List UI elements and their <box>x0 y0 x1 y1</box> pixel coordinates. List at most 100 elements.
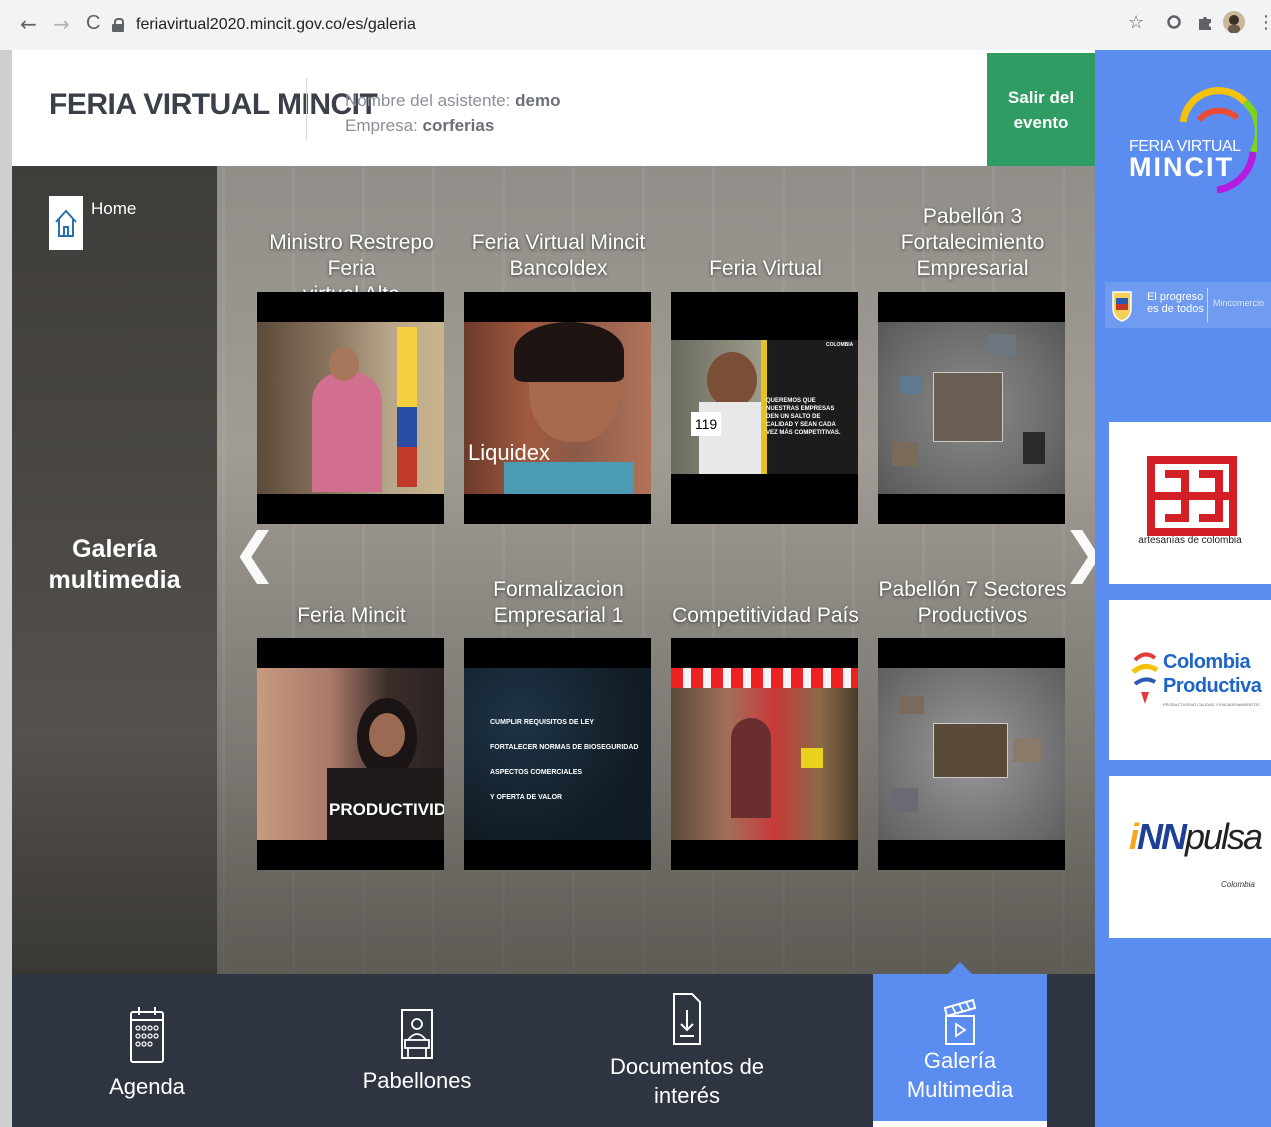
sponsor-name-line: Colombia <box>1163 651 1251 673</box>
video-thumbnail[interactable] <box>257 292 444 524</box>
browser-menu-icon[interactable]: ⋮ <box>1257 12 1271 33</box>
video-badge: 119 <box>691 412 721 436</box>
video-title[interactable]: Feria Virtual Mincit Bancoldex <box>461 230 656 282</box>
home-label[interactable]: Home <box>91 199 136 219</box>
video-caption: Liquidex <box>468 440 550 465</box>
gov-slogan-line: es de todos <box>1147 303 1204 315</box>
video-thumbnail[interactable]: 119 COLOMBIA QUEREMOS QUE NUESTRAS EMPRE… <box>671 292 858 524</box>
header-divider <box>306 78 307 140</box>
sponsor-artesanias[interactable]: artesanías de colombia <box>1109 422 1271 584</box>
nav-label: Documentos de interés <box>610 1052 764 1110</box>
nav-label: Galería Multimedia <box>907 1046 1013 1104</box>
sponsor-innpulsa[interactable]: iNNpulsa Colombia <box>1109 776 1271 938</box>
video-thumbnail[interactable] <box>878 292 1065 524</box>
attendee-name: demo <box>515 91 561 110</box>
document-download-icon <box>673 993 701 1045</box>
active-indicator <box>873 1121 1047 1127</box>
company-label: Empresa: <box>345 116 418 135</box>
nav-label-line: Galería <box>923 1048 997 1073</box>
caption-line: FORTALECER NORMAS DE BIOSEGURIDAD <box>490 744 639 751</box>
ministry-name: Mincomercio <box>1213 298 1265 308</box>
site-brand[interactable]: FERIA VIRTUAL MINCIT <box>49 88 378 122</box>
video-caption-list: CUMPLIR REQUISITOS DE LEY FORTALECER NOR… <box>490 710 638 810</box>
nav-label: Pabellones <box>362 1068 472 1093</box>
prev-arrow-icon[interactable]: ❮ <box>232 521 277 584</box>
innpulsa-logo-pulsa: pulsa <box>1185 816 1263 857</box>
sponsor-name: Colombia Productiva <box>1163 650 1262 698</box>
video-title[interactable]: Formalizacion Empresarial 1 <box>461 577 656 629</box>
nav-label-line: Multimedia <box>906 1077 1014 1102</box>
video-title-line: Fortalecimiento <box>900 231 1045 254</box>
company-name: corferias <box>422 116 495 135</box>
sponsor-tagline: PRODUCTIVIDAD CALIDAD Y ENCADENAMIENTOS <box>1163 702 1260 707</box>
section-title: Galería multimedia <box>42 534 187 596</box>
video-title-line: Bancoldex <box>509 257 608 280</box>
calendar-icon <box>130 1007 164 1063</box>
back-icon[interactable]: ← <box>20 12 37 36</box>
gov-slogan: El progreso es de todos <box>1147 291 1204 315</box>
video-thumbnail[interactable] <box>878 638 1065 870</box>
home-icon <box>55 209 77 237</box>
video-thumbnail[interactable] <box>671 638 858 870</box>
home-button[interactable] <box>49 196 83 250</box>
section-title-line1: Galería <box>72 535 157 563</box>
video-title[interactable]: Pabellón 7 Sectores Productivos <box>875 577 1070 629</box>
next-arrow-icon[interactable]: ❯ <box>1062 521 1095 584</box>
nav-agenda[interactable]: Agenda <box>12 974 282 1127</box>
site-header: FERIA VIRTUAL MINCIT Nombre del asistent… <box>12 50 1095 166</box>
video-title-line: Empresarial <box>916 257 1029 280</box>
sponsor-sidebar: FERIA VIRTUAL MINCIT El progreso es de t… <box>1095 50 1271 1127</box>
video-caption: PRODUCTIVIDAD <box>329 800 444 819</box>
video-title-line: Productivos <box>917 604 1028 627</box>
coat-of-arms-icon <box>1112 291 1132 322</box>
sponsor-name-line: Productiva <box>1163 675 1262 697</box>
colombia-productiva-logo-icon <box>1131 652 1159 704</box>
video-thumbnail[interactable]: PRODUCTIVIDAD <box>257 638 444 870</box>
video-title-line: Pabellón 7 Sectores <box>878 578 1067 601</box>
section-title-line2: multimedia <box>48 566 181 594</box>
government-strip: El progreso es de todos Mincomercio <box>1105 282 1271 328</box>
extensions-puzzle-icon[interactable] <box>1196 13 1214 36</box>
nav-galeria[interactable]: Galería Multimedia <box>873 962 1047 1127</box>
lock-icon <box>112 18 124 32</box>
gov-divider <box>1207 288 1208 322</box>
sponsor-colombia-productiva[interactable]: Colombia Productiva PRODUCTIVIDAD CALIDA… <box>1109 600 1271 760</box>
video-title-line: Feria Virtual <box>709 257 822 280</box>
video-thumbnail[interactable]: CUMPLIR REQUISITOS DE LEY FORTALECER NOR… <box>464 638 651 870</box>
video-title[interactable]: Pabellón 3 Fortalecimiento Empresarial <box>875 204 1070 282</box>
attendee-label: Nombre del asistente: <box>345 91 511 110</box>
nav-pabellones[interactable]: Pabellones <box>282 974 552 1127</box>
url-text: feriavirtual2020.mincit.gov.co/es/galeri… <box>136 16 416 33</box>
extension-circle-icon[interactable] <box>1166 14 1182 35</box>
video-title[interactable]: Feria Mincit <box>254 603 449 629</box>
page-left-margin <box>0 50 12 1127</box>
profile-avatar[interactable] <box>1222 10 1246 39</box>
clapperboard-icon <box>943 998 977 1045</box>
video-thumbnail[interactable]: Liquidex <box>464 292 651 524</box>
nav-documentos[interactable]: Documentos de interés <box>552 974 822 1127</box>
nav-label-line: interés <box>653 1083 721 1108</box>
nav-label: Agenda <box>109 1074 185 1099</box>
sponsor-name: artesanías de colombia <box>1138 535 1242 546</box>
gov-slogan-line: El progreso <box>1147 291 1204 303</box>
video-title[interactable]: Competitividad País <box>668 603 863 629</box>
video-title-line: Ministro Restrepo Feria <box>269 231 434 280</box>
logout-line1: Salir del <box>1007 87 1075 107</box>
booth-icon <box>401 1009 433 1059</box>
video-caption: QUEREMOS QUE NUESTRAS EMPRESAS DEN UN SA… <box>766 398 841 436</box>
innpulsa-logo: iNNpulsa <box>1129 816 1263 858</box>
forward-icon[interactable]: → <box>53 12 70 36</box>
video-title-line: Pabellón 3 <box>922 205 1023 228</box>
video-title[interactable]: Feria Virtual <box>668 256 863 282</box>
logout-button[interactable]: Salir del evento <box>987 53 1095 166</box>
bookmark-star-icon[interactable]: ☆ <box>1128 12 1144 33</box>
innpulsa-logo-nn: NN <box>1137 816 1187 857</box>
video-title-line: Feria Mincit <box>297 604 406 627</box>
feria-logo[interactable]: FERIA VIRTUAL MINCIT <box>1125 82 1262 199</box>
logout-line2: evento <box>1013 112 1069 132</box>
attendee-info: Nombre del asistente: demo Empresa: corf… <box>345 88 560 138</box>
reload-icon[interactable]: C <box>86 12 100 35</box>
browser-toolbar: ← → C feriavirtual2020.mincit.gov.co/es/… <box>0 0 1271 50</box>
address-bar[interactable]: feriavirtual2020.mincit.gov.co/es/galeri… <box>112 8 1112 42</box>
logo-line2: MINCIT <box>1129 152 1234 182</box>
